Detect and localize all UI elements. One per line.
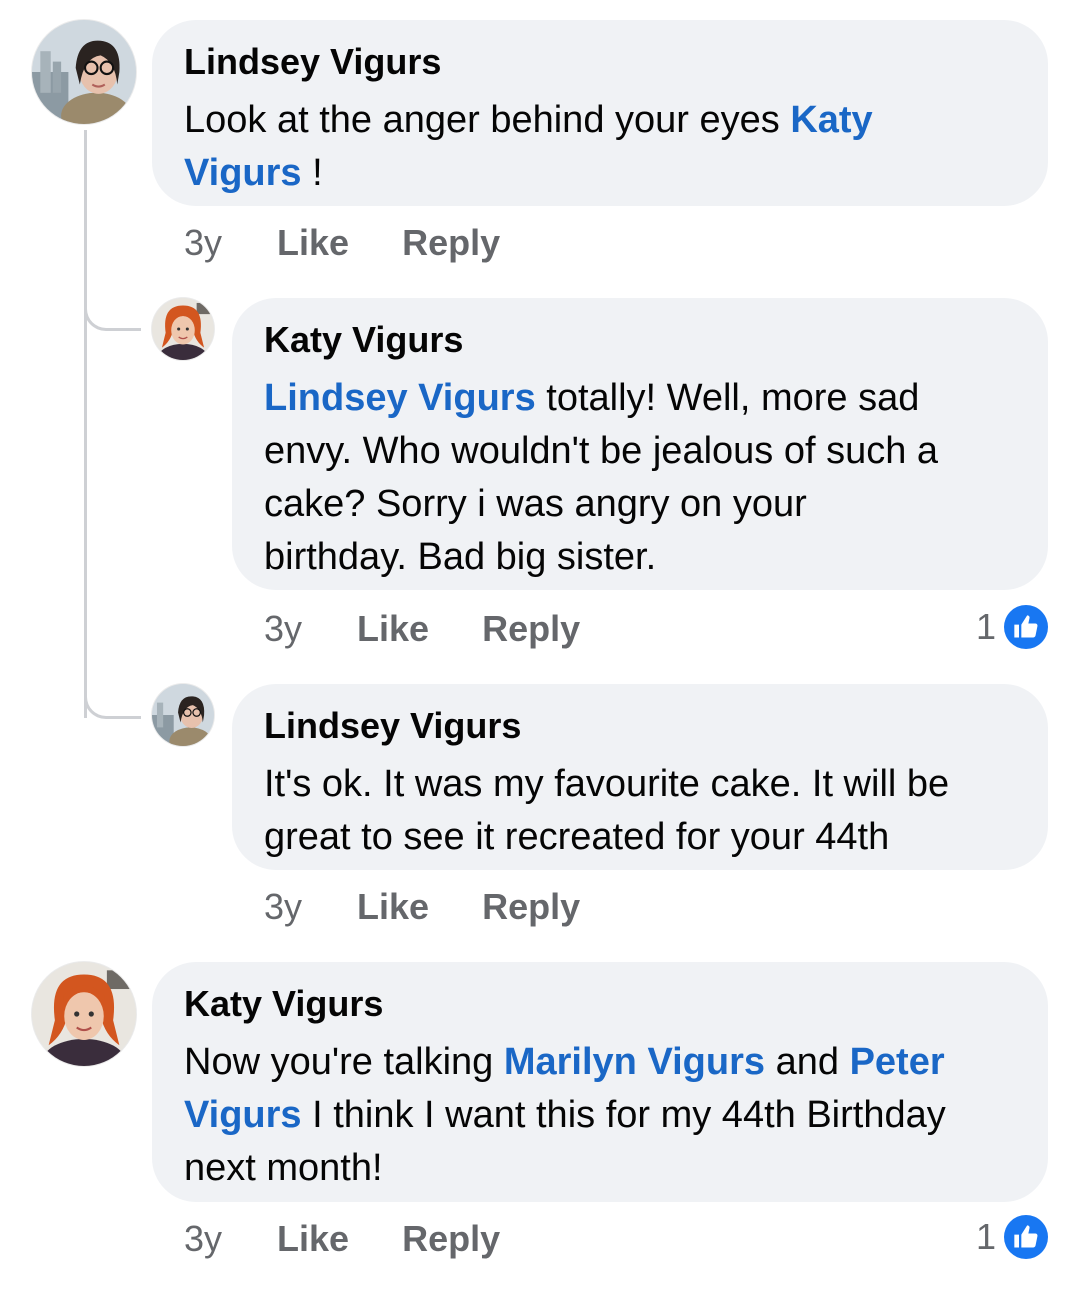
comment-actions: 3y Like Reply	[184, 222, 553, 264]
comment-text-segment: envy. Who wouldn't be jealous of such a	[264, 430, 939, 472]
comment-text-segment: birthday. Bad big sister.	[264, 536, 657, 578]
comment-text-segment: !	[301, 152, 323, 194]
like-button[interactable]: Like	[357, 608, 429, 650]
avatar[interactable]	[152, 684, 214, 746]
profile-photo-icon	[152, 298, 214, 360]
comment-text: Lindsey Vigurs totally! Well, more sad e…	[264, 372, 1018, 584]
comment-text-segment: Look at the anger behind your eyes	[184, 99, 791, 141]
comment-text-segment: great to see it recreated for your 44th	[264, 816, 890, 858]
like-thumb-icon	[1004, 1215, 1048, 1259]
comment-text-segment: Now you're talking	[184, 1041, 504, 1083]
profile-photo-icon	[32, 962, 136, 1066]
reply-button[interactable]: Reply	[482, 608, 580, 650]
comment-bubble[interactable]: Lindsey Vigurs Look at the anger behind …	[152, 20, 1048, 206]
reaction-summary[interactable]: 1	[976, 1215, 1048, 1259]
comment-author[interactable]: Katy Vigurs	[184, 984, 1018, 1024]
reaction-summary[interactable]: 1	[976, 605, 1048, 649]
reaction-count: 1	[975, 1216, 996, 1257]
reply-button[interactable]: Reply	[402, 222, 500, 264]
comment-text-segment: next month!	[184, 1147, 383, 1189]
mention-link[interactable]: Vigurs	[184, 1094, 302, 1136]
thread-line	[84, 130, 87, 718]
mention-link[interactable]: Vigurs	[184, 152, 302, 194]
comment-timestamp[interactable]: 3y	[264, 608, 302, 650]
comment-actions: 3y Like Reply	[264, 886, 633, 928]
comment-timestamp[interactable]: 3y	[184, 222, 222, 264]
comment-text-segment: and	[765, 1041, 850, 1083]
comment-author[interactable]: Lindsey Vigurs	[264, 706, 1018, 746]
comment-text: Look at the anger behind your eyes Katy …	[184, 94, 1018, 200]
comment-text: Now you're talking Marilyn Vigurs and Pe…	[184, 1036, 1018, 1195]
comment-timestamp[interactable]: 3y	[264, 886, 302, 928]
mention-link[interactable]: Marilyn Vigurs	[504, 1041, 765, 1083]
comment-bubble[interactable]: Lindsey Vigurs It's ok. It was my favour…	[232, 684, 1048, 870]
mention-link[interactable]: Peter	[850, 1041, 945, 1083]
reaction-count: 1	[975, 606, 996, 647]
like-thumb-icon	[1004, 605, 1048, 649]
mention-link[interactable]: Katy	[790, 99, 872, 141]
comment-text-segment: totally! Well, more sad	[535, 377, 920, 419]
profile-photo-icon	[32, 20, 136, 124]
comment-timestamp[interactable]: 3y	[184, 1218, 222, 1260]
avatar[interactable]	[152, 298, 214, 360]
comment-text-segment: I think I want this for my 44th Birthday	[301, 1094, 946, 1136]
comment-author[interactable]: Katy Vigurs	[264, 320, 1018, 360]
reply-button[interactable]: Reply	[402, 1218, 500, 1260]
like-button[interactable]: Like	[357, 886, 429, 928]
mention-link[interactable]: Lindsey Vigurs	[264, 377, 536, 419]
comment-actions: 3y Like Reply	[264, 608, 633, 650]
comment-text-segment: It's ok. It was my favourite cake. It wi…	[264, 763, 950, 805]
like-button[interactable]: Like	[277, 222, 349, 264]
reply-button[interactable]: Reply	[482, 886, 580, 928]
avatar[interactable]	[32, 20, 136, 124]
thread-branch	[84, 284, 141, 331]
avatar[interactable]	[32, 962, 136, 1066]
like-button[interactable]: Like	[277, 1218, 349, 1260]
comment-text-segment: cake? Sorry i was angry on your	[264, 483, 807, 525]
comment-bubble[interactable]: Katy Vigurs Lindsey Vigurs totally! Well…	[232, 298, 1048, 590]
comment-text: It's ok. It was my favourite cake. It wi…	[264, 758, 1018, 864]
comment-author[interactable]: Lindsey Vigurs	[184, 42, 1018, 82]
comment-actions: 3y Like Reply	[184, 1218, 553, 1260]
comment-bubble[interactable]: Katy Vigurs Now you're talking Marilyn V…	[152, 962, 1048, 1202]
profile-photo-icon	[152, 684, 214, 746]
thread-branch	[84, 672, 141, 719]
